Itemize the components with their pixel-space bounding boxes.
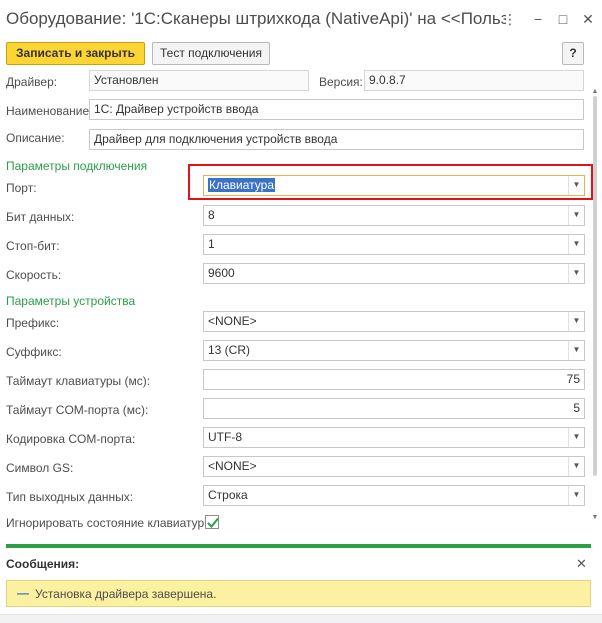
suffix-select[interactable]: 13 (CR) ▼ xyxy=(203,340,585,361)
stop-bit-select[interactable]: 1 ▼ xyxy=(203,234,585,255)
suffix-value: 13 (CR) xyxy=(208,343,251,357)
com-timeout-label: Таймаут COM-порта (мс): xyxy=(6,403,149,417)
form-scrollbar[interactable]: ▲ ▼ xyxy=(591,68,599,538)
kbd-timeout-value: 75 xyxy=(566,372,580,386)
version-value: 9.0.8.7 xyxy=(369,73,406,87)
kbd-timeout-input[interactable]: 75 xyxy=(203,369,585,390)
gs-symbol-value: <NONE> xyxy=(208,459,257,473)
save-and-close-button[interactable]: Записать и закрыть xyxy=(6,42,145,65)
equipment-window: Оборудование: '1С:Сканеры штрихкода (Nat… xyxy=(0,0,602,623)
data-bits-value: 8 xyxy=(208,208,215,222)
message-text: Установка драйвера завершена. xyxy=(35,587,217,601)
scroll-down-icon[interactable]: ▼ xyxy=(591,514,599,522)
stop-bit-label: Стоп-бит: xyxy=(6,239,60,253)
data-bits-label: Бит данных: xyxy=(6,210,75,224)
maximize-icon[interactable]: □ xyxy=(553,9,573,29)
speed-select[interactable]: 9600 ▼ xyxy=(203,263,585,284)
chevron-down-icon[interactable]: ▼ xyxy=(568,176,584,195)
description-value: Драйвер для подключения устройств ввода xyxy=(94,132,338,146)
com-encoding-value: UTF-8 xyxy=(208,430,242,444)
stop-bit-value: 1 xyxy=(208,237,215,251)
chevron-down-icon[interactable]: ▼ xyxy=(568,341,584,360)
version-field: 9.0.8.7 xyxy=(364,70,584,91)
messages-title: Сообщения: xyxy=(6,557,80,571)
prefix-value: <NONE> xyxy=(208,314,257,328)
com-encoding-label: Кодировка COM-порта: xyxy=(6,432,136,446)
chevron-down-icon[interactable]: ▼ xyxy=(568,235,584,254)
checkmark-icon xyxy=(207,517,219,528)
com-timeout-value: 5 xyxy=(573,401,580,415)
name-label: Наименование: xyxy=(6,104,93,118)
gs-symbol-label: Символ GS: xyxy=(6,461,74,475)
help-button[interactable]: ? xyxy=(562,42,584,65)
speed-value: 9600 xyxy=(208,266,235,280)
scroll-thumb[interactable] xyxy=(593,96,597,476)
window-title: Оборудование: '1С:Сканеры штрихкода (Nat… xyxy=(6,9,506,28)
speed-label: Скорость: xyxy=(6,268,62,282)
output-type-label: Тип выходных данных: xyxy=(6,490,134,504)
kbd-timeout-label: Таймаут клавиатуры (мс): xyxy=(6,374,151,388)
messages-close-icon[interactable]: ✕ xyxy=(576,556,587,572)
driver-value: Установлен xyxy=(94,73,159,87)
version-label: Версия: xyxy=(319,75,363,89)
close-icon[interactable]: ✕ xyxy=(578,9,598,29)
name-value: 1С: Драйвер устройств ввода xyxy=(94,102,259,116)
device-params-group-title: Параметры устройства xyxy=(6,294,136,308)
scroll-up-icon[interactable]: ▲ xyxy=(591,88,599,96)
driver-field: Установлен xyxy=(89,70,309,91)
output-type-value: Строка xyxy=(208,488,248,502)
window-bottom-edge xyxy=(0,614,602,623)
port-select[interactable]: Клавиатура ▼ xyxy=(203,175,585,196)
connection-params-group-title: Параметры подключения xyxy=(6,159,148,173)
test-connection-button[interactable]: Тест подключения xyxy=(152,42,270,65)
data-bits-select[interactable]: 8 ▼ xyxy=(203,205,585,226)
chevron-down-icon[interactable]: ▼ xyxy=(568,486,584,505)
name-field[interactable]: 1С: Драйвер устройств ввода xyxy=(89,99,584,120)
driver-label: Драйвер: xyxy=(6,75,58,89)
chevron-down-icon[interactable]: ▼ xyxy=(568,264,584,283)
chevron-down-icon[interactable]: ▼ xyxy=(568,312,584,331)
chevron-down-icon[interactable]: ▼ xyxy=(568,457,584,476)
suffix-label: Суффикс: xyxy=(6,345,62,359)
title-bar: Оборудование: '1С:Сканеры штрихкода (Nat… xyxy=(0,0,602,38)
ignore-kbd-label: Игнорировать состояние клавиатуры: xyxy=(6,516,217,530)
description-label: Описание: xyxy=(6,131,65,145)
gs-symbol-select[interactable]: <NONE> ▼ xyxy=(203,456,585,477)
port-value: Клавиатура xyxy=(208,178,275,192)
com-timeout-input[interactable]: 5 xyxy=(203,398,585,419)
com-encoding-select[interactable]: UTF-8 ▼ xyxy=(203,427,585,448)
chevron-down-icon[interactable]: ▼ xyxy=(568,428,584,447)
minimize-icon[interactable]: − xyxy=(528,9,548,29)
description-field[interactable]: Драйвер для подключения устройств ввода xyxy=(89,129,584,150)
prefix-select[interactable]: <NONE> ▼ xyxy=(203,311,585,332)
messages-divider[interactable] xyxy=(6,544,591,548)
output-type-select[interactable]: Строка ▼ xyxy=(203,485,585,506)
port-label: Порт: xyxy=(6,181,37,195)
chevron-down-icon[interactable]: ▼ xyxy=(568,206,584,225)
message-item: — Установка драйвера завершена. xyxy=(6,580,591,607)
more-menu-icon[interactable]: ⋮ xyxy=(500,9,520,29)
message-marker-icon: — xyxy=(17,586,29,600)
prefix-label: Префикс: xyxy=(6,316,60,330)
ignore-kbd-checkbox[interactable] xyxy=(205,515,219,529)
